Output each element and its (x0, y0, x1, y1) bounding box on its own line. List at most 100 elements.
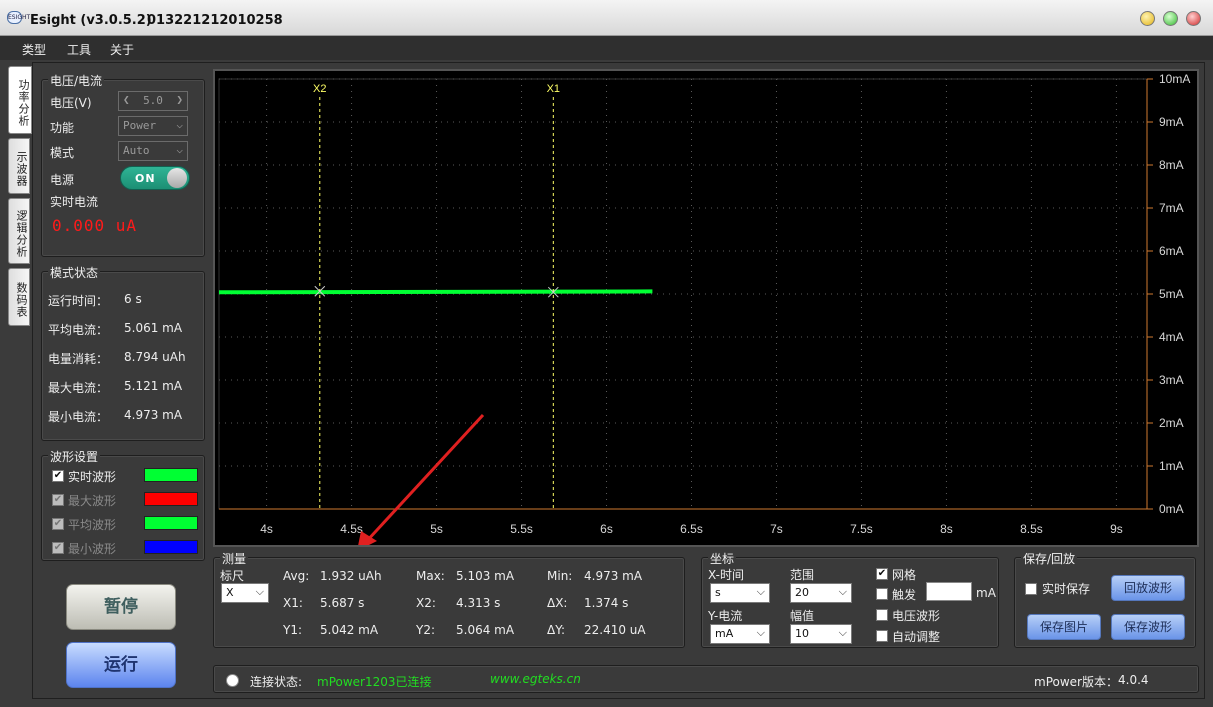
wave-color-swatch[interactable] (144, 516, 198, 530)
x-tick-label: 8.5s (1020, 522, 1043, 536)
ruler-label: 标尺 (220, 569, 245, 583)
avg-label: Avg: (283, 569, 310, 583)
wave-checkbox[interactable]: ✔ (52, 470, 64, 482)
power-toggle[interactable]: ON (120, 166, 190, 190)
wave-color-swatch[interactable] (144, 492, 198, 506)
save-wave-button[interactable]: 保存波形 (1111, 614, 1185, 640)
wave-label: 实时波形 (68, 470, 117, 484)
x-unit-value: s (715, 586, 721, 599)
range-select[interactable]: 20 ⌵ (790, 583, 852, 603)
y-unit-select[interactable]: mA ⌵ (710, 624, 770, 644)
x-unit-select[interactable]: s ⌵ (710, 583, 770, 603)
status-row-label: 最大电流： (48, 381, 109, 395)
chevron-down-icon: ⌵ (756, 585, 765, 598)
waveform-chart[interactable]: 10mA 9mA 8mA 7mA 6mA 5mA 4mA 3mA 2mA 1mA 0mA 4s 4.5s… (213, 69, 1199, 551)
wave-checkbox[interactable]: ✔ (52, 518, 64, 530)
waveform-settings-group: 波形设置 ✔ 实时波形 ✔ 最大波形 ✔ 平均波形 ✔ 最小波形 (41, 448, 205, 561)
delta-y-label: ΔY: (547, 623, 565, 637)
tab-logic-analysis[interactable]: 逻辑分析 (8, 198, 30, 264)
y1-value: 5.042 mA (320, 623, 379, 637)
voltage-wave-checkbox[interactable] (876, 609, 888, 621)
function-select[interactable]: Power ⌵ (118, 116, 188, 136)
x-tick-label: 6.5s (680, 522, 703, 536)
status-row-value: 8.794 uAh (124, 350, 186, 364)
auto-adjust-label: 自动调整 (892, 630, 941, 644)
connection-label: 连接状态: (250, 675, 303, 689)
y-tick-label: 7mA (1159, 201, 1184, 215)
ruler-select[interactable]: X ⌵ (221, 583, 269, 603)
chevron-down-icon: ⌵ (176, 143, 183, 156)
maximize-button[interactable] (1163, 11, 1178, 26)
voltage-value: 5.0 (143, 94, 163, 107)
menu-tools[interactable]: 工具 (67, 41, 91, 58)
tab-power-analysis[interactable]: 功率分析 (8, 66, 32, 134)
group-title: 波形设置 (48, 448, 101, 465)
website-link[interactable]: www.egteks.cn (490, 672, 581, 686)
auto-adjust-checkbox[interactable] (876, 630, 888, 642)
voltage-current-group: 电压/电流 电压(V) ❮ 5.0 ❯ 功能 Power ⌵ 模式 Auto ⌵… (41, 72, 205, 257)
chevron-down-icon: ⌵ (255, 585, 264, 598)
connection-value: mPower1203已连接 (317, 675, 432, 689)
x-tick-label: 6s (600, 522, 613, 536)
wave-label: 平均波形 (68, 518, 117, 532)
status-row-label: 电量消耗： (48, 352, 109, 366)
chevron-down-icon: ⌵ (756, 626, 765, 639)
wave-color-swatch[interactable] (144, 540, 198, 554)
save-image-button[interactable]: 保存图片 (1027, 614, 1101, 640)
group-title: 保存/回放 (1021, 550, 1078, 567)
status-row-value: 5.121 mA (124, 379, 183, 393)
cursor-label: X1 (547, 83, 560, 95)
replay-wave-button[interactable]: 回放波形 (1111, 575, 1185, 601)
device-serial: 013221212010258 (147, 13, 283, 28)
x-tick-label: 4.5s (340, 522, 363, 536)
amplitude-select[interactable]: 10 ⌵ (790, 624, 852, 644)
y2-value: 5.064 mA (456, 623, 515, 637)
trigger-input[interactable] (926, 582, 972, 601)
ruler-value: X (226, 586, 234, 599)
chevron-left-icon[interactable]: ❮ (123, 93, 130, 106)
delta-x-label: ΔX: (547, 596, 568, 610)
wave-checkbox[interactable]: ✔ (52, 494, 64, 506)
x-tick-label: 7.5s (850, 522, 873, 536)
wave-color-swatch[interactable] (144, 468, 198, 482)
menu-bar: 类型 工具 关于 (0, 36, 1213, 60)
group-title: 测量 (220, 550, 249, 567)
live-current-value: 0.000 uA (52, 216, 138, 235)
connection-indicator-icon (226, 674, 239, 687)
function-label: 功能 (50, 121, 75, 135)
realtime-save-checkbox[interactable] (1025, 583, 1037, 595)
tab-multimeter[interactable]: 数码表 (8, 268, 30, 326)
trigger-unit: mA (976, 586, 996, 600)
voltage-spinner[interactable]: ❮ 5.0 ❯ (118, 91, 188, 111)
y-tick-label: 3mA (1159, 373, 1184, 387)
wave-checkbox[interactable]: ✔ (52, 542, 64, 554)
title-bar: ESIGHT Esight (v3.0.5.2) 013221212010258 (0, 0, 1213, 36)
x-tick-label: 5s (430, 522, 443, 536)
x-tick-label: 9s (1110, 522, 1123, 536)
chevron-right-icon[interactable]: ❯ (176, 93, 183, 106)
grid-checkbox[interactable]: ✔ (876, 568, 888, 580)
pause-button[interactable]: 暂停 (66, 584, 176, 630)
coords-group: 坐标 X-时间 s ⌵ 范围 20 ⌵ Y-电流 mA ⌵ 幅值 10 ⌵ ✔ … (701, 550, 999, 648)
delta-y-value: 22.410 uA (584, 623, 646, 637)
range-label: 范围 (790, 568, 815, 582)
y-axis-label: Y-电流 (708, 609, 743, 623)
tab-oscilloscope[interactable]: 示波器 (8, 138, 30, 194)
amplitude-label: 幅值 (790, 609, 815, 623)
minimize-button[interactable] (1140, 11, 1155, 26)
run-button[interactable]: 运行 (66, 642, 176, 688)
group-title: 电压/电流 (48, 72, 105, 89)
trigger-checkbox[interactable] (876, 588, 888, 600)
menu-about[interactable]: 关于 (110, 41, 134, 58)
close-button[interactable] (1186, 11, 1201, 26)
max-label: Max: (416, 569, 445, 583)
realtime-save-label: 实时保存 (1042, 582, 1091, 596)
y-tick-label: 0mA (1159, 502, 1184, 516)
mode-label: 模式 (50, 146, 75, 160)
range-value: 20 (795, 586, 809, 599)
menu-type[interactable]: 类型 (22, 41, 46, 58)
mode-select[interactable]: Auto ⌵ (118, 141, 188, 161)
amplitude-value: 10 (795, 627, 809, 640)
x-tick-label: 5.5s (510, 522, 533, 536)
y-unit-value: mA (715, 627, 734, 640)
